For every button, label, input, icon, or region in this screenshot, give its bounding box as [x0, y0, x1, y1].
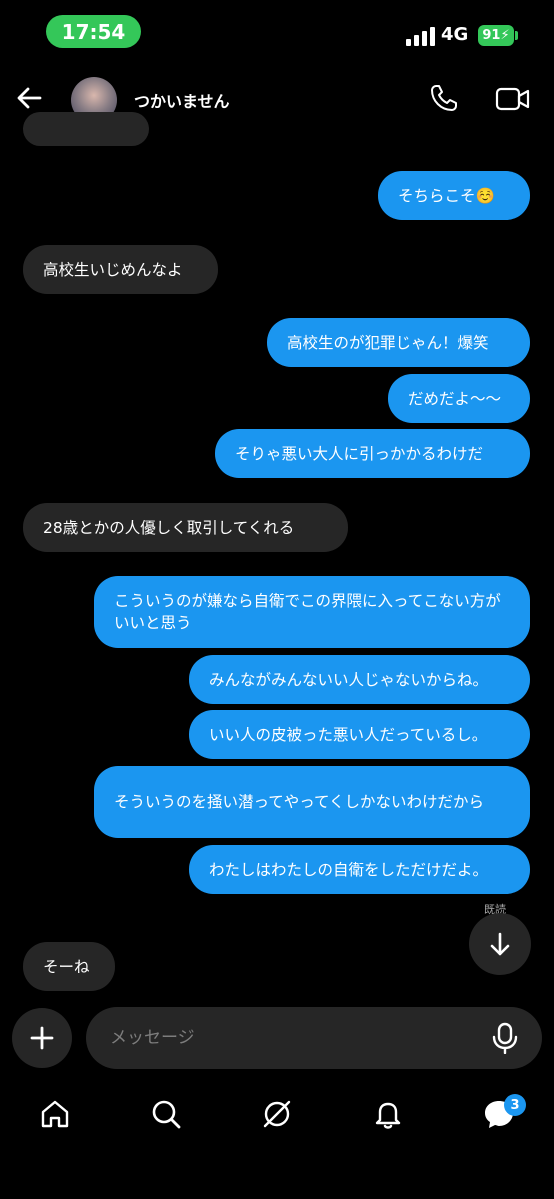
message-bubble-partial: [23, 112, 149, 146]
compass-icon: [263, 1100, 291, 1128]
search-icon: [152, 1100, 181, 1129]
message-bubble-outgoing[interactable]: いい人の皮被った悪い人だっているし。: [189, 710, 530, 759]
phone-icon[interactable]: [428, 82, 460, 114]
contact-name[interactable]: つかいません: [134, 88, 230, 112]
scroll-to-bottom-button[interactable]: [469, 913, 531, 975]
message-bubble-outgoing[interactable]: わたしはわたしの自衛をしただけだよ。: [189, 845, 530, 894]
signal-strength-icon: [406, 27, 435, 46]
message-bubble-incoming[interactable]: そーね: [23, 942, 115, 991]
battery-nub: [515, 31, 518, 40]
messages-unread-badge: 3: [504, 1094, 526, 1116]
message-bubble-outgoing[interactable]: みんながみんないい人じゃないからね。: [189, 655, 530, 704]
message-input[interactable]: [86, 1007, 542, 1069]
video-call-icon[interactable]: [495, 84, 531, 114]
message-bubble-outgoing[interactable]: だめだよ〜〜: [388, 374, 530, 423]
network-type: 4G: [441, 24, 469, 45]
message-composer: [0, 1006, 554, 1070]
tab-home[interactable]: [31, 1090, 79, 1138]
message-bubble-outgoing[interactable]: そういうのを掻い潜ってやってくしかないわけだから: [94, 766, 530, 838]
status-bar: 17:54 4G 91 ⚡: [0, 0, 554, 60]
microphone-icon[interactable]: [490, 1022, 520, 1054]
tab-notifications[interactable]: [364, 1090, 412, 1138]
bell-icon: [375, 1102, 401, 1129]
message-bubble-outgoing[interactable]: そちらこそ☺️: [378, 171, 530, 220]
home-icon: [41, 1100, 69, 1128]
tab-explore[interactable]: [253, 1090, 301, 1138]
add-attachment-button[interactable]: [12, 1008, 72, 1068]
message-bubble-incoming[interactable]: 28歳とかの人優しく取引してくれる: [23, 503, 348, 552]
plus-icon: [30, 1026, 54, 1050]
message-bubble-incoming[interactable]: 高校生いじめんなよ: [23, 245, 218, 294]
message-bubble-outgoing[interactable]: そりゃ悪い大人に引っかかるわけだ: [215, 429, 530, 478]
charging-icon: ⚡: [500, 28, 510, 43]
message-bubble-outgoing[interactable]: こういうのが嫌なら自衛でこの界隈に入ってこない方がいいと思う: [94, 576, 530, 648]
tab-search[interactable]: [142, 1090, 190, 1138]
bottom-tab-bar: [0, 1090, 554, 1150]
battery-level: 91: [482, 28, 501, 43]
back-arrow-icon[interactable]: [14, 82, 46, 114]
battery-indicator: 91 ⚡: [478, 25, 514, 46]
status-time[interactable]: 17:54: [46, 15, 141, 48]
message-bubble-outgoing[interactable]: 高校生のが犯罪じゃん！爆笑: [267, 318, 530, 367]
arrow-down-icon: [490, 932, 510, 956]
